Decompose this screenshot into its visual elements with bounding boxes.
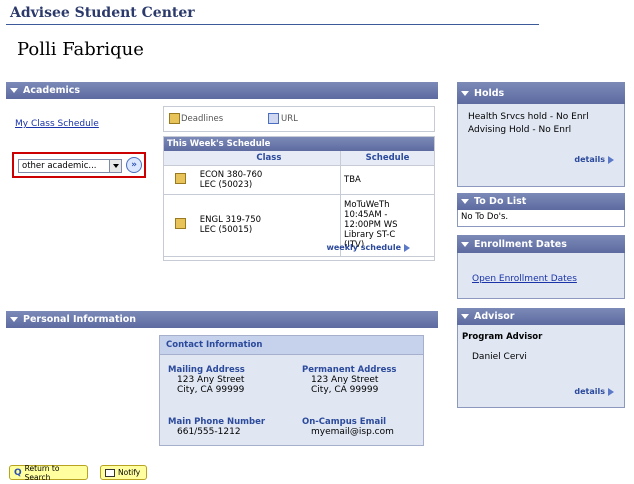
contact-info-header: Contact Information bbox=[160, 336, 423, 355]
advisor-panel: Advisor Program Advisor Daniel Cervi det… bbox=[457, 308, 625, 408]
monitor-icon bbox=[268, 113, 279, 124]
title-divider bbox=[6, 24, 539, 25]
hold-item: Health Srvcs hold - No Enrl bbox=[468, 112, 589, 122]
class-details-icon[interactable] bbox=[175, 172, 187, 184]
collapse-chevron-icon bbox=[461, 241, 469, 247]
todo-panel: To Do List No To Do's. bbox=[457, 193, 625, 227]
deadlines-link[interactable]: Deadlines bbox=[169, 113, 223, 124]
arrow-right-icon bbox=[404, 243, 410, 252]
search-icon: Q bbox=[14, 467, 22, 478]
url-link[interactable]: URL bbox=[268, 113, 298, 124]
todo-header[interactable]: To Do List bbox=[457, 193, 625, 210]
permanent-address: Permanent Address 123 Any Street City, C… bbox=[302, 365, 397, 395]
schedule-table: Class Schedule ECON 380-760 LEC (50023) … bbox=[164, 151, 434, 257]
enrollment-dates-header[interactable]: Enrollment Dates bbox=[457, 235, 625, 253]
other-academic-select[interactable]: other academic... bbox=[18, 159, 122, 173]
collapse-chevron-icon bbox=[10, 88, 18, 93]
my-class-schedule-link[interactable]: My Class Schedule bbox=[15, 119, 99, 129]
calendar-icon bbox=[169, 113, 180, 124]
class-section: LEC (50015) bbox=[199, 225, 253, 235]
personal-info-section-title: Personal Information bbox=[23, 314, 137, 325]
arrow-right-icon bbox=[608, 387, 614, 396]
enrollment-dates-panel: Enrollment Dates Open Enrollment Dates bbox=[457, 235, 625, 299]
go-button[interactable]: » bbox=[126, 157, 142, 173]
return-to-search-button[interactable]: Q Return to Search bbox=[9, 464, 88, 482]
academics-section-title: Academics bbox=[23, 85, 81, 96]
hold-item: Advising Hold - No Enrl bbox=[468, 125, 572, 135]
collapse-chevron-icon bbox=[461, 199, 469, 204]
advisor-role: Program Advisor bbox=[462, 332, 543, 342]
column-header-class: Class bbox=[197, 151, 342, 166]
mailing-address: Mailing Address 123 Any Street City, CA … bbox=[168, 365, 245, 395]
class-details-icon[interactable] bbox=[175, 218, 187, 229]
class-code: ECON 380-760 bbox=[199, 169, 263, 180]
class-schedule: TBA bbox=[340, 165, 434, 195]
advisor-header[interactable]: Advisor bbox=[457, 308, 625, 325]
advisor-name: Daniel Cervi bbox=[472, 352, 527, 362]
notify-button[interactable]: Notify bbox=[100, 465, 147, 480]
student-name: Polli Fabrique bbox=[17, 39, 144, 60]
quick-links-box: Deadlines URL bbox=[163, 106, 435, 132]
column-header-schedule: Schedule bbox=[340, 151, 434, 166]
main-phone-number: Main Phone Number 661/555-1212 bbox=[168, 417, 266, 437]
class-section: LEC (50023) bbox=[199, 179, 253, 190]
weekly-schedule-box: This Week's Schedule Class Schedule ECON… bbox=[163, 136, 435, 261]
advisor-details-link[interactable]: details bbox=[574, 387, 614, 396]
holds-header[interactable]: Holds bbox=[457, 82, 625, 104]
open-enrollment-dates-link[interactable]: Open Enrollment Dates bbox=[472, 274, 577, 284]
arrow-right-icon bbox=[608, 155, 614, 164]
on-campus-email: On-Campus Email myemail@isp.com bbox=[302, 417, 394, 437]
class-code: ENGL 319-750 bbox=[199, 215, 262, 225]
collapse-chevron-icon bbox=[10, 317, 18, 322]
table-row: ECON 380-760 LEC (50023) TBA bbox=[164, 165, 434, 195]
weekly-schedule-link[interactable]: weekly schedule bbox=[326, 243, 410, 252]
dropdown-highlight-box: other academic... » bbox=[12, 152, 146, 178]
contact-information-box: Contact Information Mailing Address 123 … bbox=[159, 335, 424, 446]
select-value: other academic... bbox=[22, 161, 97, 171]
collapse-chevron-icon bbox=[461, 314, 469, 319]
holds-details-link[interactable]: details bbox=[574, 155, 614, 164]
holds-panel: Holds Health Srvcs hold - No Enrl Advisi… bbox=[457, 82, 625, 187]
schedule-title: This Week's Schedule bbox=[164, 137, 434, 151]
todo-text: No To Do's. bbox=[461, 212, 509, 222]
personal-info-section-header[interactable]: Personal Information bbox=[6, 311, 438, 328]
notify-icon bbox=[105, 468, 115, 477]
academics-section-header[interactable]: Academics bbox=[6, 82, 438, 99]
dropdown-arrow-icon[interactable] bbox=[109, 160, 121, 172]
collapse-chevron-icon bbox=[461, 90, 469, 96]
page-title: Advisee Student Center bbox=[10, 5, 195, 21]
